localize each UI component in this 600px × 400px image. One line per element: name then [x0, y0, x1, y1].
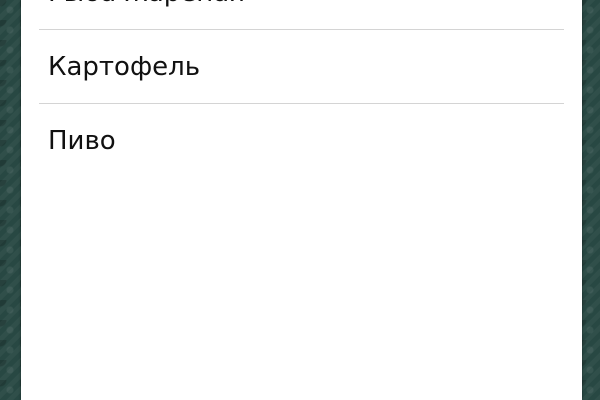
list-item-label: Картофель: [48, 52, 201, 82]
list-item[interactable]: Рыба жареная: [21, 0, 582, 30]
list-item-label: Рыба жареная: [48, 0, 245, 8]
list-item-label: Пиво: [48, 126, 116, 156]
list-item[interactable]: Пиво: [21, 104, 582, 178]
list-panel: Рыба жареная Картофель Пиво: [21, 0, 582, 400]
list-item[interactable]: Картофель: [21, 30, 582, 104]
item-list: Рыба жареная Картофель Пиво: [21, 0, 582, 178]
